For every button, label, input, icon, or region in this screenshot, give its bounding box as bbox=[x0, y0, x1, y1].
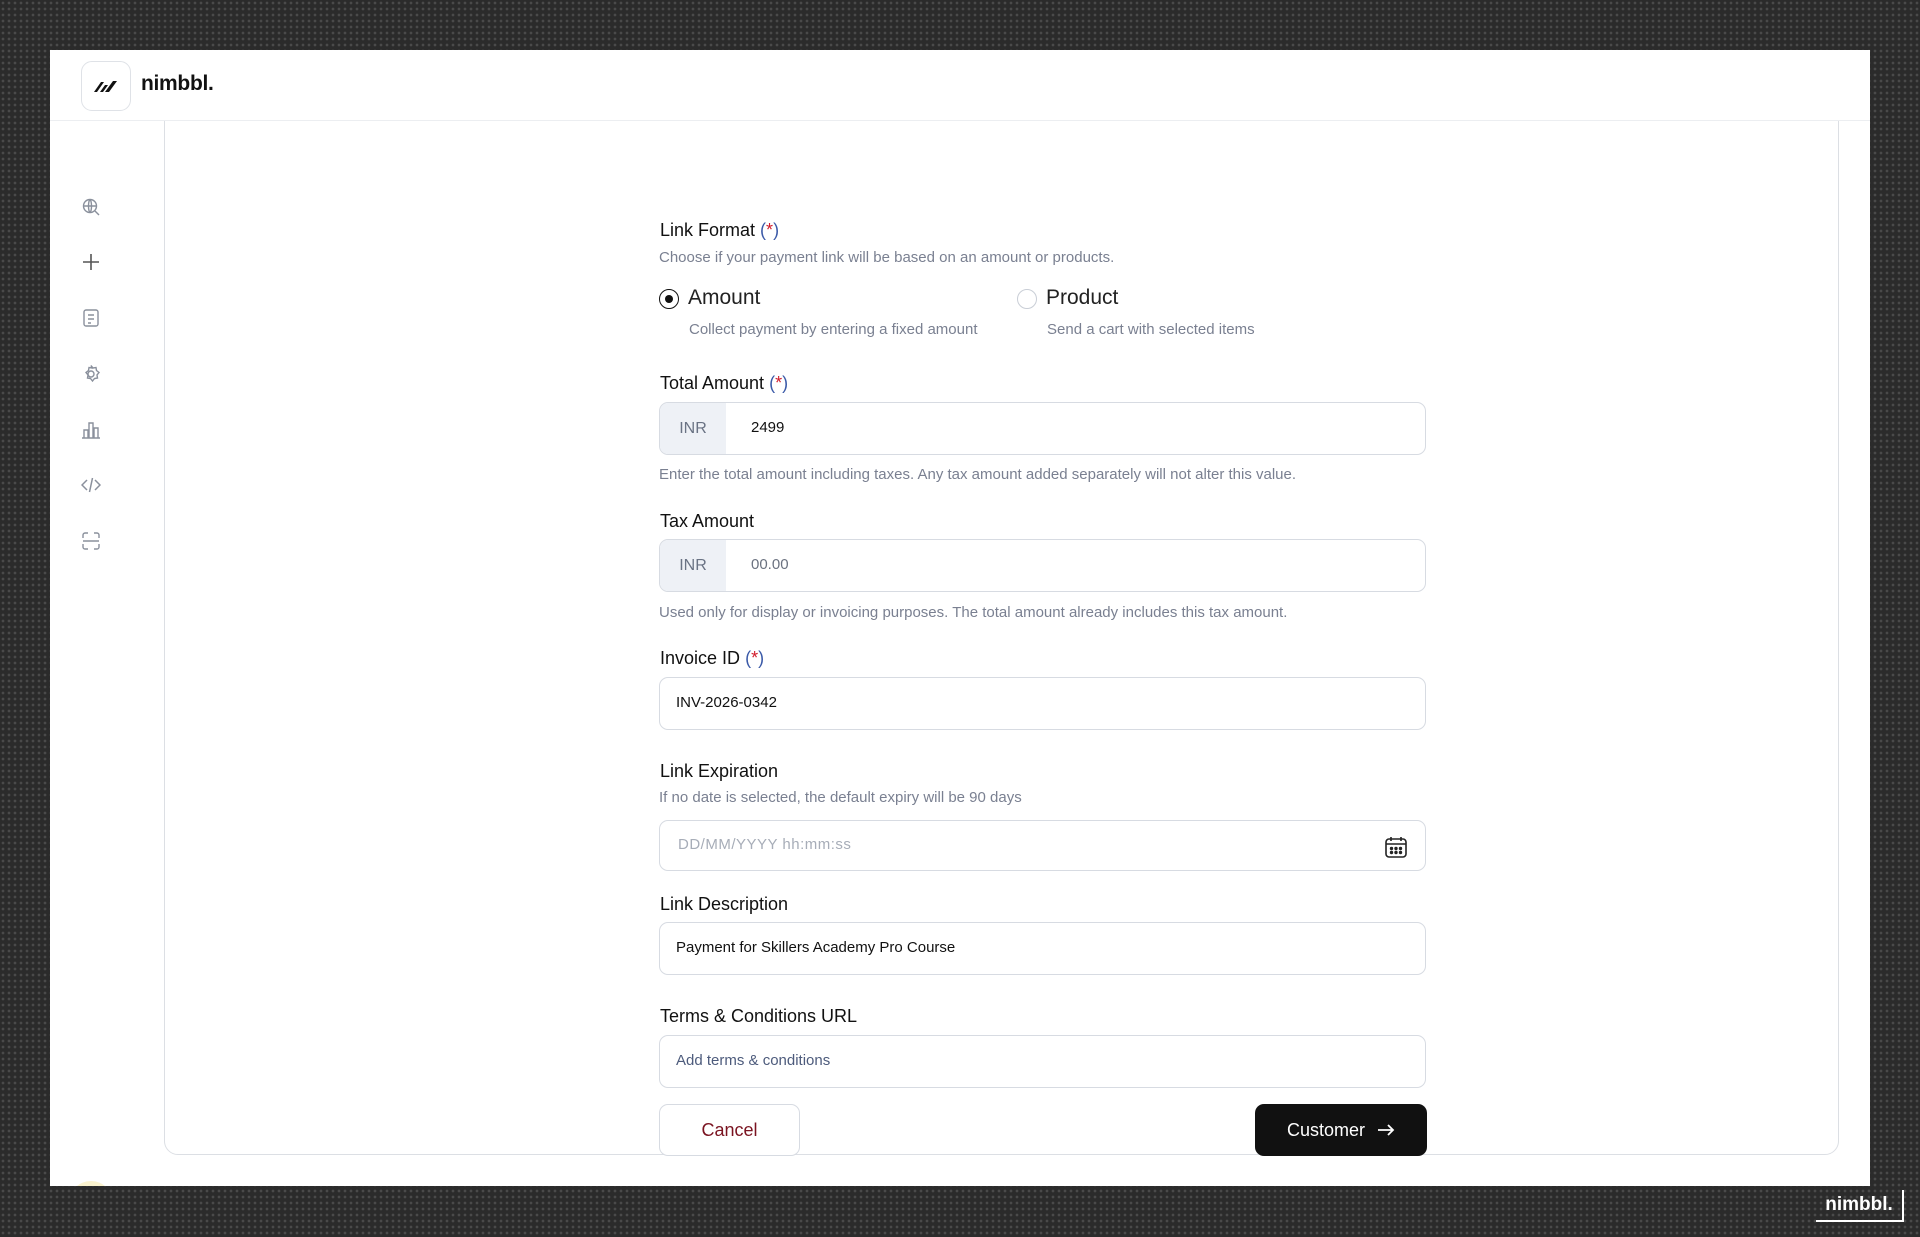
logo[interactable] bbox=[81, 61, 131, 111]
sidebar: MO bbox=[50, 121, 132, 1186]
currency-prefix: INR bbox=[660, 540, 726, 591]
link-description-value[interactable]: Payment for Skillers Academy Pro Course bbox=[676, 939, 955, 956]
brand-name: nimbbl. bbox=[141, 72, 214, 95]
code-icon[interactable] bbox=[79, 473, 103, 497]
terms-url-label: Terms & Conditions URL bbox=[660, 1006, 858, 1026]
datetime-placeholder: DD/MM/YYYY hh:mm:ss bbox=[678, 836, 852, 853]
link-expiration-help: If no date is selected, the default expi… bbox=[659, 789, 1022, 806]
customer-next-button[interactable]: Customer bbox=[1255, 1104, 1427, 1156]
watermark-logo: nimbbl. bbox=[1816, 1190, 1904, 1222]
invoice-id-value[interactable]: INV-2026-0342 bbox=[676, 694, 777, 711]
invoice-id-field[interactable]: INV-2026-0342 bbox=[659, 677, 1426, 730]
amount-option-title[interactable]: Amount bbox=[688, 286, 760, 310]
cancel-button[interactable]: Cancel bbox=[659, 1104, 800, 1156]
total-amount-field[interactable]: INR 2499 bbox=[659, 402, 1426, 455]
customer-button-label: Customer bbox=[1286, 1119, 1366, 1140]
tax-amount-label: Tax Amount bbox=[660, 511, 755, 531]
total-amount-label: Total Amount (*) bbox=[660, 373, 789, 393]
gear-icon[interactable] bbox=[79, 362, 103, 386]
total-amount-value[interactable]: 2499 bbox=[751, 419, 784, 436]
currency-prefix: INR bbox=[660, 403, 726, 454]
product-option-title[interactable]: Product bbox=[1046, 286, 1118, 310]
app-window: nimbbl. Link Format (*) Choose if your p… bbox=[50, 50, 1870, 1186]
tax-amount-value[interactable]: 00.00 bbox=[751, 556, 789, 573]
link-description-label: Link Description bbox=[660, 894, 789, 914]
nimbbl-logo-icon bbox=[94, 81, 117, 92]
user-avatar[interactable]: MO bbox=[69, 1181, 113, 1186]
calendar-icon[interactable] bbox=[1383, 834, 1409, 860]
product-radio[interactable] bbox=[1017, 289, 1037, 309]
globe-search-icon[interactable] bbox=[79, 195, 103, 219]
link-format-help: Choose if your payment link will be base… bbox=[659, 249, 1115, 266]
top-bar: nimbbl. bbox=[50, 50, 1870, 121]
link-expiration-label: Link Expiration bbox=[660, 761, 779, 781]
amount-option-subtitle: Collect payment by entering a fixed amou… bbox=[689, 321, 978, 338]
terms-url-placeholder: Add terms & conditions bbox=[676, 1052, 831, 1069]
plus-icon[interactable] bbox=[79, 250, 103, 274]
link-format-label: Link Format (*) bbox=[660, 220, 780, 240]
total-amount-help: Enter the total amount including taxes. … bbox=[659, 466, 1297, 483]
product-option-subtitle: Send a cart with selected items bbox=[1047, 321, 1255, 338]
arrow-right-icon bbox=[1378, 1124, 1395, 1136]
bar-chart-icon[interactable] bbox=[79, 418, 103, 442]
amount-radio[interactable] bbox=[659, 289, 679, 309]
tax-amount-help: Used only for display or invoicing purpo… bbox=[659, 604, 1288, 621]
document-icon[interactable] bbox=[79, 306, 103, 330]
link-expiration-field[interactable]: DD/MM/YYYY hh:mm:ss bbox=[659, 820, 1426, 871]
scan-icon[interactable] bbox=[79, 529, 103, 553]
terms-url-field[interactable]: Add terms & conditions bbox=[659, 1035, 1426, 1088]
invoice-id-label: Invoice ID (*) bbox=[660, 648, 765, 668]
form-card: Link Format (*) Choose if your payment l… bbox=[164, 51, 1839, 1156]
cancel-button-label: Cancel bbox=[701, 1119, 758, 1140]
tax-amount-field[interactable]: INR 00.00 bbox=[659, 539, 1426, 592]
link-description-field[interactable]: Payment for Skillers Academy Pro Course bbox=[659, 922, 1426, 975]
